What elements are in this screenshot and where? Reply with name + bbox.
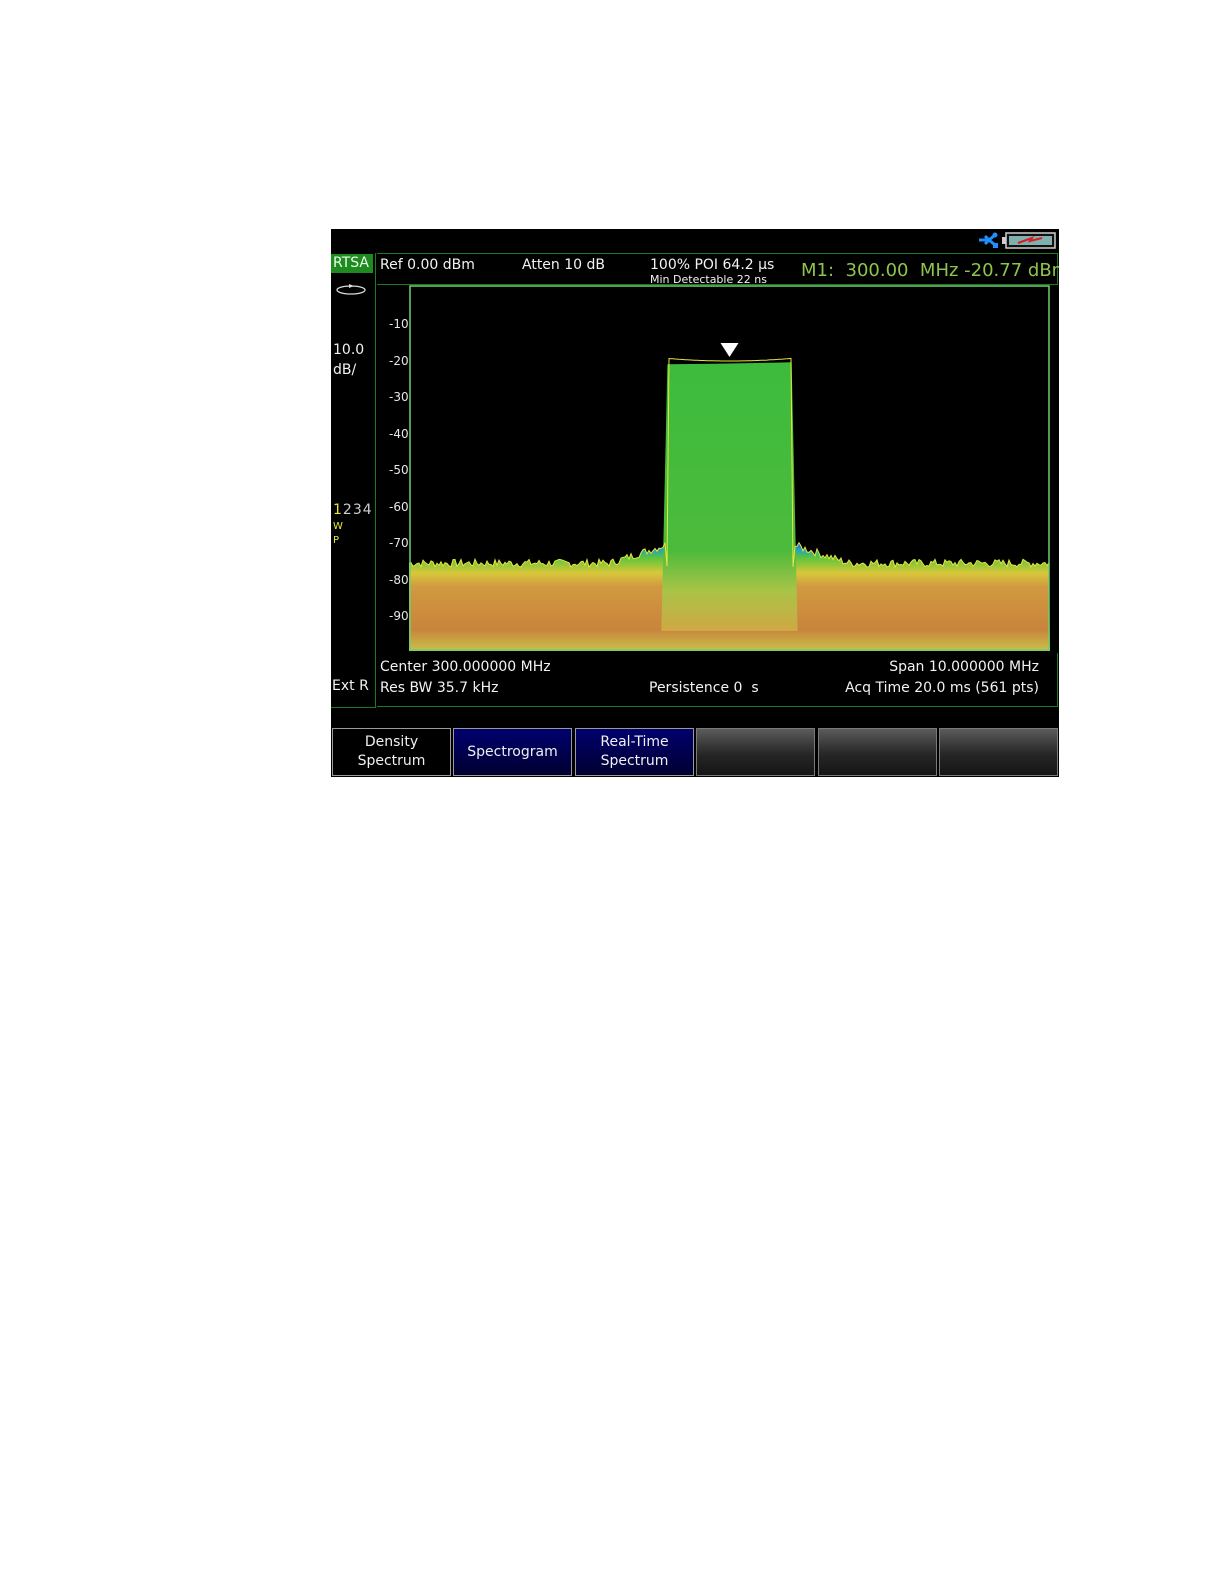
y-tick-label: -70 (389, 536, 409, 550)
y-tick-label: -40 (389, 427, 409, 441)
sweep-mode-icon (336, 284, 366, 295)
trigger-indicator: Ext R (332, 678, 369, 694)
trace-3[interactable]: 3 (353, 502, 363, 518)
detector-type: P (333, 535, 340, 546)
y-tick-label: -30 (389, 390, 409, 404)
analyzer-screen: RTSA 10.0 dB/ 1234 W P Ext R Ref 0.00 dB… (331, 229, 1059, 777)
softkey-label: Real-Time Spectrum (600, 734, 669, 769)
blank-softkey-6[interactable] (939, 728, 1058, 776)
blank-softkey-4[interactable] (696, 728, 815, 776)
usb-icon (979, 232, 998, 248)
mode-badge[interactable]: RTSA (331, 254, 373, 273)
scale-unit: dB/ (333, 362, 357, 378)
spectrogram-softkey[interactable]: Spectrogram (453, 728, 572, 776)
softkey-label: Density Spectrum (357, 734, 426, 769)
trace-4[interactable]: 4 (363, 502, 373, 518)
y-tick-label: -80 (389, 573, 409, 587)
span[interactable]: Span 10.000000 MHz (889, 660, 1039, 674)
attenuation[interactable]: Atten 10 dB (522, 258, 605, 272)
spectrum-plot[interactable] (409, 285, 1050, 651)
trace-2[interactable]: 2 (343, 502, 353, 518)
y-tick-label: -10 (389, 317, 409, 331)
density-spectrum-softkey[interactable]: Density Spectrum (332, 728, 451, 776)
scale-value: 10.0 (333, 342, 365, 358)
y-tick-label: -20 (389, 354, 409, 368)
ref-level[interactable]: Ref 0.00 dBm (380, 258, 475, 272)
trace-indicators: 1234 (333, 503, 373, 517)
trace-type: W (333, 521, 343, 532)
signal-density (661, 362, 798, 631)
blank-softkey-5[interactable] (818, 728, 937, 776)
y-tick-label: -60 (389, 500, 409, 514)
acq-time: Acq Time 20.0 ms (561 pts) (845, 680, 1039, 696)
battery-icon (1002, 232, 1056, 249)
res-bw[interactable]: Res BW 35.7 kHz (380, 681, 498, 695)
softkey-label: Spectrogram (467, 743, 558, 760)
trace-1[interactable]: 1 (333, 502, 343, 518)
real-time-spectrum-softkey[interactable]: Real-Time Spectrum (575, 728, 694, 776)
y-tick-label: -50 (389, 463, 409, 477)
center-frequency[interactable]: Center 300.000000 MHz (380, 660, 551, 674)
left-info-panel (331, 253, 376, 708)
persistence: Persistence 0 s (649, 680, 759, 696)
marker-readout: M1: 300.00 MHz -20.77 dBm (801, 260, 1059, 281)
poi-readout: 100% POI 64.2 µs (650, 257, 775, 273)
y-tick-label: -90 (389, 609, 409, 623)
